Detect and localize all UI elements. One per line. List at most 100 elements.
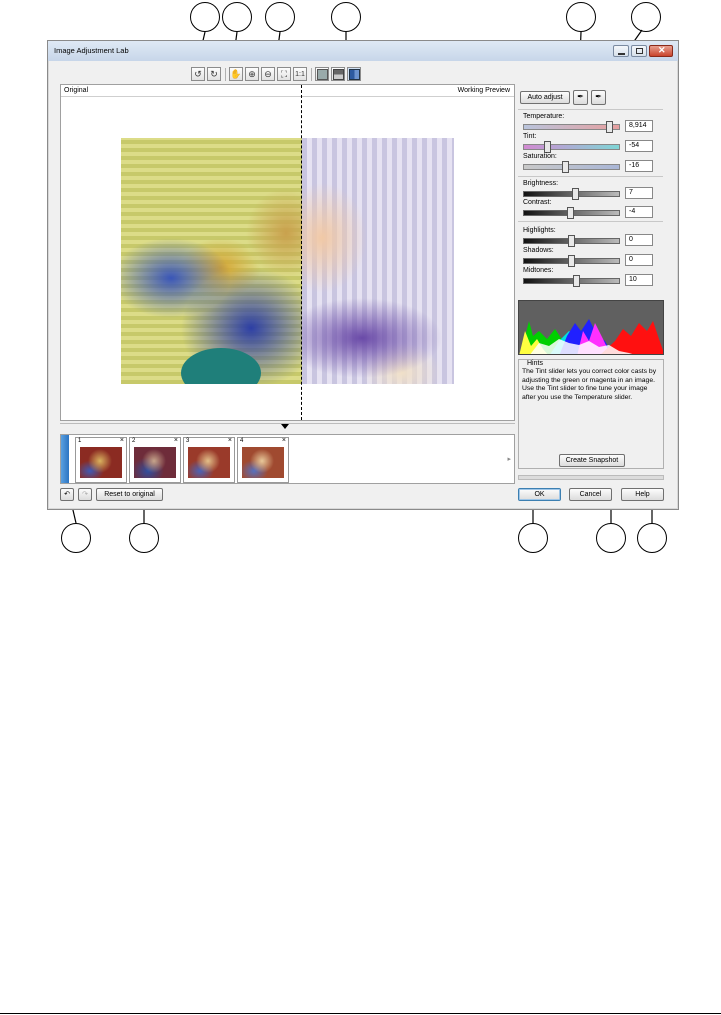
actual-size-icon: 1:1 <box>295 70 305 78</box>
preview-header-rule <box>61 96 514 97</box>
callout-circle <box>518 523 548 553</box>
hints-title: Hints <box>525 360 545 367</box>
midtones-slider-thumb[interactable] <box>573 275 580 287</box>
full-preview-icon <box>316 68 328 80</box>
title-bar: Image Adjustment Lab ✕ <box>48 41 678 61</box>
shadows-label: Shadows: <box>523 247 554 254</box>
highlights-value[interactable]: 0 <box>625 234 653 246</box>
callout-circle <box>61 523 91 553</box>
redo-button[interactable]: ↷ <box>78 488 92 501</box>
shadows-slider-thumb[interactable] <box>568 255 575 267</box>
window-title: Image Adjustment Lab <box>54 46 129 55</box>
snapshot-thumbnail[interactable]: 2 × <box>129 437 181 483</box>
snapshot-close-icon[interactable]: × <box>120 437 124 444</box>
maximize-icon <box>636 48 643 54</box>
snapshot-number: 2 <box>132 438 136 444</box>
highlights-slider-thumb[interactable] <box>568 235 575 247</box>
minimize-icon <box>618 53 625 55</box>
zoom-fit-button[interactable]: ⛶ <box>277 67 291 81</box>
photo-left-half <box>121 138 302 384</box>
panel-scrollbar[interactable] <box>518 475 664 480</box>
callout-circle <box>566 2 596 32</box>
split-horizontal-button[interactable] <box>331 67 345 81</box>
panel-separator <box>518 176 663 177</box>
snapshot-number: 4 <box>240 438 244 444</box>
split-divider-line[interactable] <box>301 85 302 420</box>
tint-slider-thumb[interactable] <box>544 141 551 153</box>
split-vertical-button[interactable] <box>347 67 361 81</box>
splitter-rule <box>60 423 515 424</box>
callout-circle <box>129 523 159 553</box>
actual-size-button[interactable]: 1:1 <box>293 67 307 81</box>
full-preview-button[interactable] <box>315 67 329 81</box>
callout-circle <box>222 2 252 32</box>
auto-adjust-button[interactable]: Auto adjust <box>520 91 570 104</box>
zoom-out-icon: ⊖ <box>264 68 272 79</box>
shadows-value[interactable]: 0 <box>625 254 653 266</box>
saturation-value[interactable]: -16 <box>625 160 653 172</box>
histogram-graph <box>519 319 663 354</box>
reset-to-original-button[interactable]: Reset to original <box>96 488 163 501</box>
undo-button[interactable]: ↶ <box>60 488 74 501</box>
brightness-slider-thumb[interactable] <box>572 188 579 200</box>
snapshot-close-icon[interactable]: × <box>228 437 232 444</box>
close-icon: ✕ <box>658 45 666 55</box>
rotate-left-icon: ↺ <box>194 68 202 79</box>
close-button[interactable]: ✕ <box>649 45 673 57</box>
rotate-left-button[interactable]: ↺ <box>191 67 205 81</box>
midtones-slider-track[interactable] <box>523 278 620 284</box>
panel-collapse-arrow[interactable] <box>281 424 289 429</box>
saturation-slider-thumb[interactable] <box>562 161 569 173</box>
preview-photo <box>121 138 454 384</box>
toolbar-separator <box>225 68 226 81</box>
photo-right-half <box>302 138 454 384</box>
create-snapshot-button[interactable]: Create Snapshot <box>559 454 625 467</box>
saturation-label: Saturation: <box>523 153 557 160</box>
midtones-value[interactable]: 10 <box>625 274 653 286</box>
saturation-slider-track[interactable] <box>523 164 620 170</box>
hints-group: Hints The Tint slider lets you correct c… <box>518 359 664 469</box>
redo-icon: ↷ <box>82 491 88 498</box>
scroll-right-arrow[interactable]: ▸ <box>507 455 511 463</box>
snapshot-thumbnail[interactable]: 3 × <box>183 437 235 483</box>
snapshot-number: 1 <box>78 438 82 444</box>
panel-separator <box>518 221 663 222</box>
ok-button[interactable]: OK <box>518 488 561 501</box>
zoom-in-button[interactable]: ⊕ <box>245 67 259 81</box>
callout-circle <box>631 2 661 32</box>
preview-area[interactable]: Original Working Preview <box>60 84 515 421</box>
snapshot-close-icon[interactable]: × <box>174 437 178 444</box>
original-label: Original <box>64 87 89 94</box>
zoom-out-button[interactable]: ⊖ <box>261 67 275 81</box>
snapshot-thumbnail[interactable]: 4 × <box>237 437 289 483</box>
histogram <box>518 300 664 355</box>
temperature-value[interactable]: 8,914 <box>625 120 653 132</box>
pan-tool-button[interactable]: ✋ <box>229 67 243 81</box>
working-preview-label: Working Preview <box>457 87 510 94</box>
eyedropper-white-icon: ✒ <box>577 92 584 101</box>
minimize-button[interactable] <box>613 45 629 57</box>
tint-value[interactable]: -54 <box>625 140 653 152</box>
rotate-right-button[interactable]: ↻ <box>207 67 221 81</box>
hints-text: The Tint slider lets you correct color c… <box>522 368 657 401</box>
contrast-value[interactable]: -4 <box>625 206 653 218</box>
white-point-button[interactable]: ✒ <box>573 90 588 105</box>
callout-circle <box>190 2 220 32</box>
brightness-value[interactable]: 7 <box>625 187 653 199</box>
help-button[interactable]: Help <box>621 488 664 501</box>
contrast-slider-thumb[interactable] <box>567 207 574 219</box>
contrast-label: Contrast: <box>523 199 552 206</box>
highlights-label: Highlights: <box>523 227 556 234</box>
callout-circle <box>637 523 667 553</box>
maximize-button[interactable] <box>631 45 647 57</box>
snapshot-strip: ▸ 1 × 2 × 3 × 4 × <box>60 434 515 484</box>
temperature-slider-thumb[interactable] <box>606 121 613 133</box>
panel-separator <box>518 109 663 110</box>
black-point-button[interactable]: ✒ <box>591 90 606 105</box>
snapshot-thumbnail[interactable]: 1 × <box>75 437 127 483</box>
snapshot-strip-handle[interactable] <box>61 435 69 483</box>
cancel-button[interactable]: Cancel <box>569 488 612 501</box>
zoom-in-icon: ⊕ <box>248 68 256 79</box>
snapshot-close-icon[interactable]: × <box>282 437 286 444</box>
tint-slider-track[interactable] <box>523 144 620 150</box>
